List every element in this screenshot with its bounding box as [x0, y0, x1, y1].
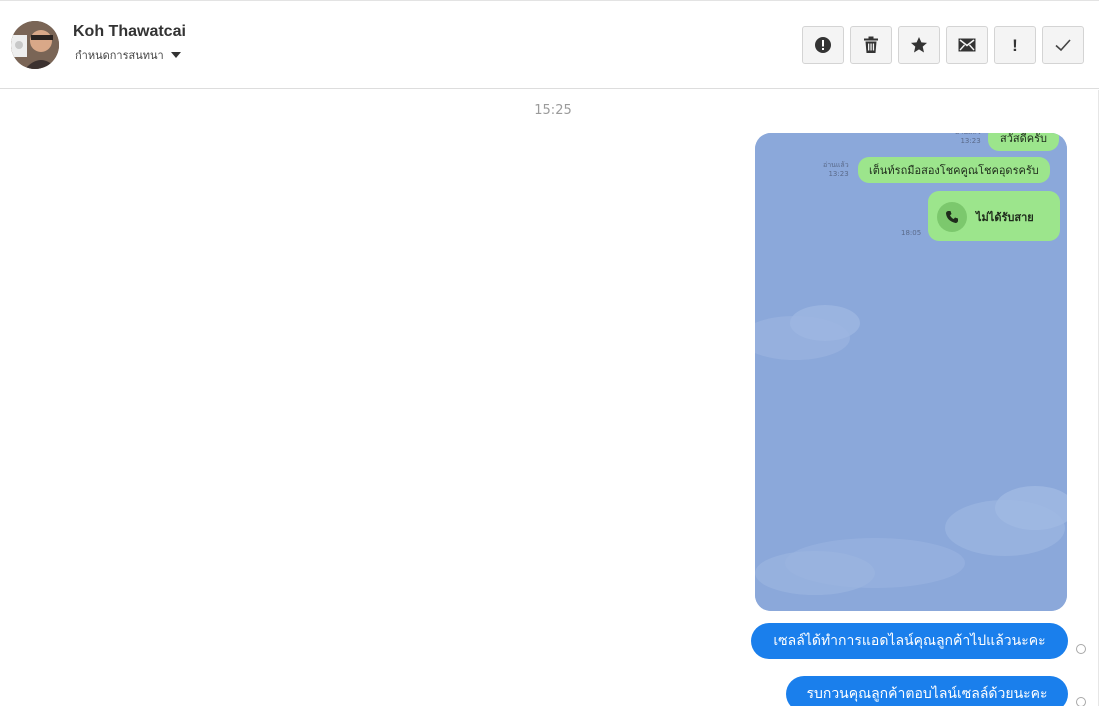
caret-down-icon: [170, 52, 181, 58]
line-bubble-shop-name: เต็นท์รถมือสองโชคคูณโชคอุดรครับ: [858, 157, 1050, 183]
avatar-photo: [11, 21, 59, 69]
envelope-icon: [958, 38, 976, 52]
delete-button[interactable]: [850, 26, 892, 64]
line-message-meta: อ่านแล้ว 13:23: [955, 133, 981, 145]
conversation-tag-dropdown[interactable]: กำหนดการสนทนา: [75, 46, 181, 64]
outgoing-message: เซลล์ได้ทำการแอดไลน์คุณลูกค้าไปแล้วนะคะ: [751, 623, 1068, 659]
phone-icon: [937, 202, 967, 232]
line-missed-call-bubble: ไม่ได้รับสาย: [928, 191, 1060, 241]
message-timestamp: 15:25: [534, 103, 572, 118]
outgoing-message: รบกวนคุณลูกค้าตอบไลน์เซลล์ด้วยนะคะ: [786, 676, 1068, 706]
star-icon: [911, 37, 927, 53]
trash-icon: [864, 36, 878, 53]
read-receipt-icon: [1076, 697, 1086, 706]
mark-unread-button[interactable]: [946, 26, 988, 64]
image-attachment[interactable]: อ่านแล้ว 13:23 สวัสดีครับ อ่านแล้ว 13:23…: [755, 133, 1067, 611]
missed-call-label: ไม่ได้รับสาย: [976, 211, 1034, 224]
contact-name: Koh Thawatcai: [73, 23, 186, 40]
avatar[interactable]: [11, 21, 59, 69]
conversation-toolbar: !: [802, 26, 1090, 64]
conversation-tag-label: กำหนดการสนทนา: [75, 49, 164, 62]
read-receipt-icon: [1076, 644, 1086, 654]
conversation-view: Koh Thawatcai กำหนดการสนทนา ! 15:25 13:2…: [0, 0, 1099, 706]
line-call-time: 18:05: [901, 229, 922, 237]
line-message-meta: อ่านแล้ว 13:23: [823, 161, 849, 178]
conversation-header: Koh Thawatcai กำหนดการสนทนา !: [0, 1, 1099, 89]
exclamation-icon: !: [1012, 35, 1018, 55]
resolve-button[interactable]: [1042, 26, 1084, 64]
check-icon: [1055, 39, 1071, 52]
line-bubble-greeting: สวัสดีครับ: [988, 133, 1059, 151]
important-button[interactable]: !: [994, 26, 1036, 64]
message-thread: 15:25 อ่านแล้ว 13:23 สวัสดีครับ อ่านแล้ว…: [0, 90, 1099, 706]
star-button[interactable]: [898, 26, 940, 64]
alert-circle-icon: [815, 37, 831, 53]
mark-spam-button[interactable]: [802, 26, 844, 64]
